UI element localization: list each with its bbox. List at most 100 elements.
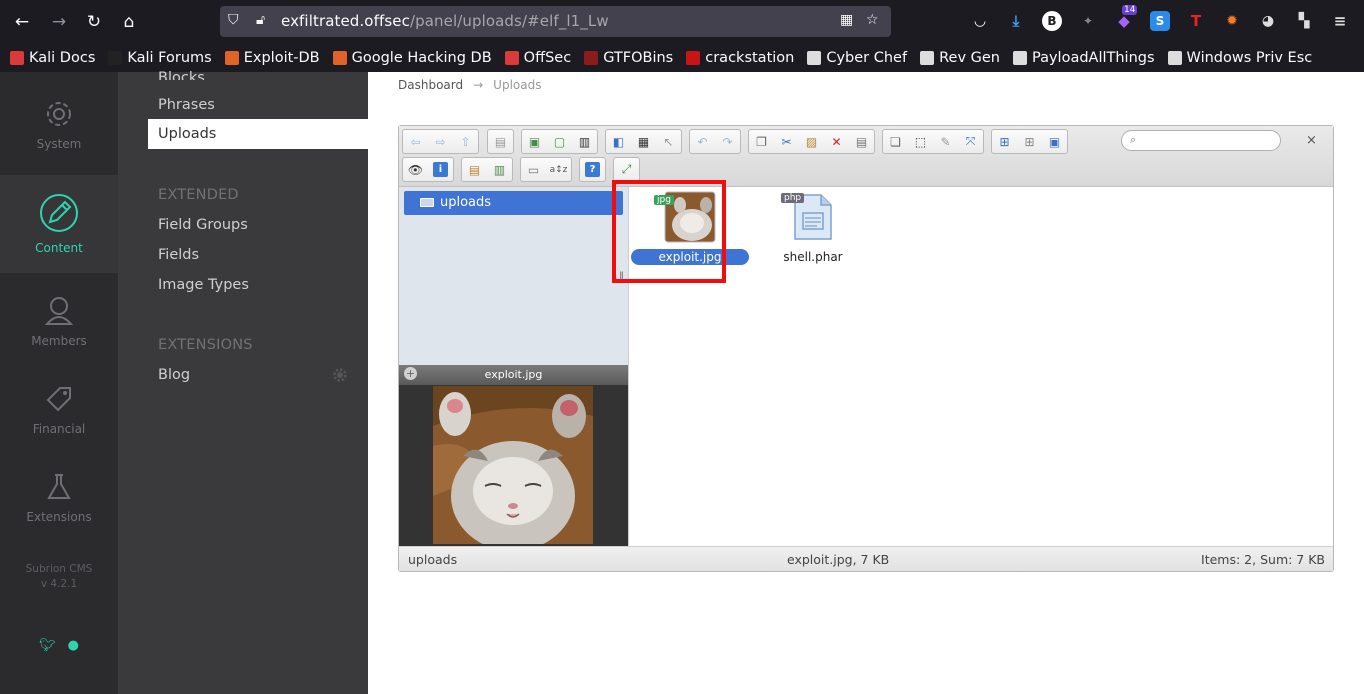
social-links: 🐦︎ ● <box>0 638 118 653</box>
copy-icon[interactable]: ❐ <box>749 130 774 153</box>
bookmark-item[interactable]: Kali Docs <box>10 50 95 66</box>
archive-icon[interactable]: ▥ <box>487 158 512 181</box>
bookmark-item[interactable]: PayloadAllThings <box>1012 50 1155 66</box>
status-path: uploads <box>408 552 458 567</box>
quicklook-eye-icon[interactable]: 👁︎ <box>403 158 428 181</box>
subnav-link-blog[interactable]: Blog <box>158 367 190 383</box>
bookmark-label: Kali Forums <box>127 50 212 66</box>
select-button-group: ❏ ⬚ ✎ ⤧ <box>882 129 984 154</box>
select-all-icon[interactable]: ⬚ <box>908 130 933 153</box>
bookmark-item[interactable]: GTFOBins <box>584 50 673 66</box>
view-small-icons-icon[interactable]: ⊞ <box>1017 130 1042 153</box>
subnav-link-image-types[interactable]: Image Types <box>158 277 249 293</box>
cms-version-number: v 4.2.1 <box>40 578 78 590</box>
upload-icon[interactable]: ▥ <box>572 130 597 153</box>
preview-expand-icon[interactable]: + <box>404 367 417 380</box>
subnav-link-field-groups[interactable]: Field Groups <box>158 217 248 233</box>
bookmark-item[interactable]: Windows Priv Esc <box>1167 50 1312 66</box>
bookmark-label: Google Hacking DB <box>351 50 492 66</box>
forward-icon[interactable]: ⇨ <box>428 130 453 153</box>
search-icon: ⌕ <box>1130 133 1137 146</box>
bookmark-star-icon[interactable]: ☆ <box>866 12 879 28</box>
netmount-icon[interactable]: ▤ <box>488 130 513 153</box>
extension-foxyproxy-icon[interactable]: ◆ 14 <box>1114 5 1138 31</box>
home-icon[interactable]: ⌂ <box>117 10 141 34</box>
back-icon[interactable]: ⇦ <box>403 130 428 153</box>
close-icon[interactable]: × <box>1306 133 1317 148</box>
sort-icon[interactable]: a↕z <box>546 158 571 181</box>
extensions-icon[interactable]: ▚ <box>1294 11 1314 31</box>
undo-button-group: ↶ ↷ <box>689 129 741 154</box>
undo-icon[interactable]: ↶ <box>690 130 715 153</box>
back-arrow-icon[interactable]: ← <box>10 10 34 34</box>
sidebar-item-extensions[interactable]: Extensions <box>0 449 118 547</box>
extract-icon[interactable]: ▤ <box>462 158 487 181</box>
help-icon[interactable]: ? <box>580 158 605 181</box>
breadcrumb-dashboard[interactable]: Dashboard <box>398 78 463 92</box>
bookmark-item[interactable]: Exploit-DB <box>224 50 320 66</box>
sidebar-item-label: Members <box>31 334 87 348</box>
getfile-icon[interactable]: ↖ <box>656 130 681 153</box>
sidebar-item-system[interactable]: System <box>0 76 118 174</box>
reload-icon[interactable]: ↻ <box>82 10 106 34</box>
subnav-link-uploads[interactable]: Uploads <box>148 119 368 149</box>
url-bar[interactable]: ⛉ 🔓︎ exfiltrated.offsec/panel/uploads/#e… <box>220 6 891 37</box>
extension-fox-icon[interactable]: ✹ <box>1222 11 1242 31</box>
url-text[interactable]: exfiltrated.offsec/panel/uploads/#elf_l1… <box>281 12 609 30</box>
bookmark-item[interactable]: Rev Gen <box>920 50 1000 66</box>
mkfile-icon[interactable]: ▢ <box>547 130 572 153</box>
tree-root-uploads[interactable]: uploads <box>404 191 623 215</box>
search-input[interactable]: ⌕ <box>1121 130 1281 151</box>
bookmark-item[interactable]: Kali Forums <box>108 50 212 66</box>
fullscreen-icon[interactable]: ⤢ <box>614 158 639 181</box>
bookmark-item[interactable]: OffSec <box>504 50 571 66</box>
forward-arrow-icon[interactable]: → <box>47 10 71 34</box>
delete-icon[interactable]: ✕ <box>824 130 849 153</box>
extension-t-icon[interactable]: T <box>1186 11 1206 31</box>
insecure-lock-icon[interactable]: 🔓︎ <box>256 12 265 28</box>
github-icon[interactable]: ● <box>68 638 79 653</box>
view-list-icon[interactable]: ▣ <box>1042 130 1067 153</box>
download-icon[interactable]: ⤓ <box>1006 11 1026 31</box>
pocket-icon[interactable]: ◡ <box>970 11 990 31</box>
sidebar-item-financial[interactable]: Financial <box>0 361 118 459</box>
redo-icon[interactable]: ↷ <box>715 130 740 153</box>
extension-puzzle-icon[interactable]: ✦ <box>1078 11 1098 31</box>
paste-icon[interactable]: ▨ <box>799 130 824 153</box>
extension-cookie-icon[interactable]: ◕ <box>1258 11 1278 31</box>
resize-icon[interactable]: ⤧ <box>958 130 983 153</box>
bookmark-item[interactable]: Google Hacking DB <box>332 50 492 66</box>
extension-b-icon[interactable]: B <box>1042 11 1062 31</box>
subnav-link-blocks[interactable]: Blocks <box>158 67 205 80</box>
tree-root-label: uploads <box>440 195 492 210</box>
bookmark-label: Cyber Chef <box>826 50 908 66</box>
info-icon[interactable]: i <box>428 158 453 181</box>
file-item-shell-phar[interactable]: php shell.phar <box>753 191 873 265</box>
empty-icon[interactable]: ▤ <box>849 130 874 153</box>
sidebar-item-content[interactable]: Content <box>0 175 118 273</box>
status-selection: exploit.jpg, 7 KB <box>787 552 890 567</box>
up-icon[interactable]: ⇧ <box>453 130 478 153</box>
blog-settings-gear-icon[interactable] <box>333 368 347 382</box>
twitter-icon[interactable]: 🐦︎ <box>39 638 56 653</box>
bookmark-item[interactable]: Cyber Chef <box>807 50 907 66</box>
open-icon[interactable]: ◧ <box>606 130 631 153</box>
shield-icon[interactable]: ⛉ <box>228 12 239 28</box>
view-icons-icon[interactable]: ⊞ <box>992 130 1017 153</box>
mkdir-icon[interactable]: ▣ <box>522 130 547 153</box>
places-icon[interactable]: ▭ <box>521 158 546 181</box>
sidebar-item-label: Financial <box>32 422 86 436</box>
download-file-icon[interactable]: ▦ <box>631 130 656 153</box>
rename-icon[interactable]: ✎ <box>933 130 958 153</box>
subnav-link-phrases[interactable]: Phrases <box>158 97 215 113</box>
bookmark-item[interactable]: crackstation <box>686 50 794 66</box>
qr-code-icon[interactable]: ▦ <box>840 12 853 28</box>
menu-icon[interactable]: ≡ <box>1330 11 1350 31</box>
cut-icon[interactable]: ✂ <box>774 130 799 153</box>
duplicate-icon[interactable]: ❏ <box>883 130 908 153</box>
sidebar-item-members[interactable]: Members <box>0 273 118 371</box>
breadcrumb: Dashboard → Uploads <box>398 78 541 92</box>
file-area: jpg exploit.jpg php shell.phar <box>630 187 1333 546</box>
extension-s-icon[interactable]: S <box>1150 11 1170 31</box>
subnav-link-fields[interactable]: Fields <box>158 247 199 263</box>
